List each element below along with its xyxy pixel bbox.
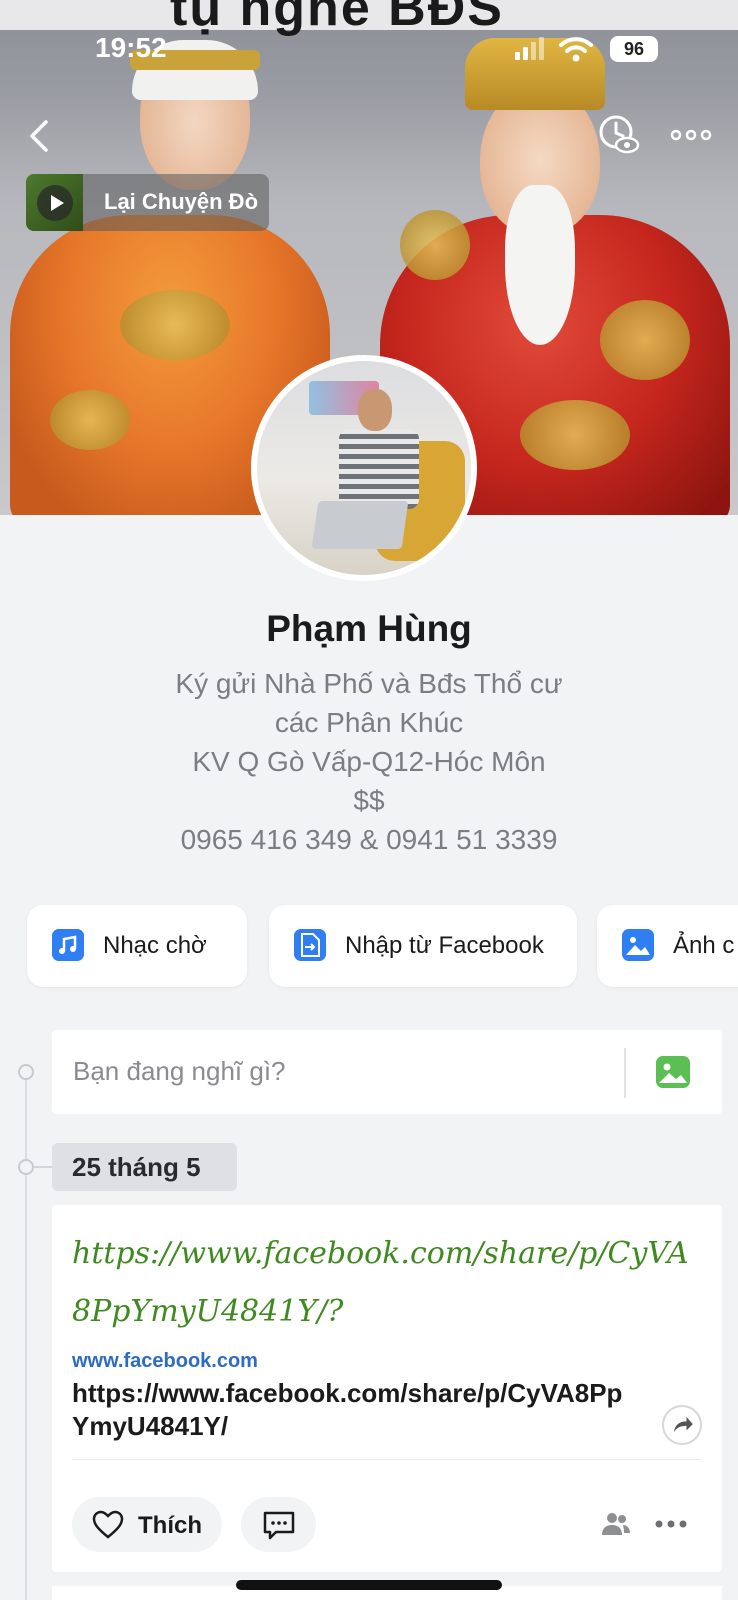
photos-label: Ảnh c <box>673 932 735 959</box>
avatar[interactable] <box>251 355 477 581</box>
link-preview-domain[interactable]: www.facebook.com <box>72 1350 258 1373</box>
post-text: https://www.facebook.com/share/p/CyVA8Pp… <box>72 1236 689 1329</box>
signal-bar <box>531 42 536 60</box>
share-icon[interactable] <box>662 1405 702 1445</box>
signal-bar <box>515 52 520 60</box>
post-composer[interactable]: Bạn đang nghĩ gì? <box>52 1030 722 1114</box>
ringtone-button[interactable]: Nhạc chờ <box>27 905 247 987</box>
home-indicator[interactable] <box>236 1580 502 1590</box>
like-button[interactable]: Thích <box>72 1497 222 1552</box>
post-card[interactable]: https://www.facebook.com/share/p/CyVA8Pp… <box>52 1205 722 1572</box>
bio-line: 0965 416 349 & 0941 51 3339 <box>180 824 558 855</box>
comment-button[interactable] <box>241 1497 316 1552</box>
like-label: Thích <box>138 1512 202 1539</box>
cover-ornament <box>50 390 130 450</box>
signal-bar <box>539 37 544 60</box>
composer-divider <box>624 1048 626 1098</box>
play-icon[interactable] <box>37 185 73 221</box>
cover-top-text: tụ nghề BĐS <box>170 0 504 37</box>
avatar-person <box>339 429 419 509</box>
timeline-date: 25 tháng 5 <box>52 1143 237 1191</box>
cover-ornament <box>400 210 470 280</box>
link-preview-url[interactable]: https://www.facebook.com/share/p/CyVA8Pp… <box>72 1377 632 1443</box>
post-divider <box>72 1459 702 1460</box>
cover-ornament <box>600 300 690 380</box>
bio-line: Ký gửi Nhà Phố và Bđs Thổ cư <box>175 668 563 699</box>
avatar-head <box>358 389 392 431</box>
cover-top-band: tụ nghề BĐS <box>0 0 738 37</box>
avatar-laptop <box>311 501 409 549</box>
cover-ornament <box>520 400 630 470</box>
audience-friends-icon[interactable] <box>601 1511 631 1537</box>
music-title: Lại Chuyện Đò <box>104 189 259 214</box>
comment-icon <box>263 1511 295 1540</box>
battery-indicator: 96 <box>610 36 658 62</box>
view-as-icon[interactable] <box>598 114 640 156</box>
post-more-icon[interactable] <box>654 1519 688 1529</box>
more-options-icon[interactable] <box>670 124 712 146</box>
bio-line: KV Q Gò Vấp-Q12-Hóc Môn <box>192 746 546 777</box>
photo-icon <box>622 929 654 961</box>
timeline-line <box>25 1075 27 1600</box>
status-time: 19:52 <box>95 32 167 63</box>
photos-button[interactable]: Ảnh c <box>597 905 738 987</box>
import-from-facebook-button[interactable]: Nhập từ Facebook <box>269 905 577 987</box>
import-file-icon <box>294 929 326 961</box>
timeline-connector <box>34 1166 52 1168</box>
import-from-facebook-label: Nhập từ Facebook <box>345 932 544 959</box>
add-photo-icon[interactable] <box>656 1056 690 1088</box>
music-note-icon <box>52 929 84 961</box>
back-icon[interactable] <box>26 118 56 154</box>
profile-name: Phạm Hùng <box>266 608 472 649</box>
profile-music-player[interactable]: Lại Chuyện Đò <box>26 174 269 231</box>
timeline-dot <box>18 1064 34 1080</box>
wifi-icon <box>559 37 593 62</box>
profile-bio: Ký gửi Nhà Phố và Bđs Thổ cư các Phân Kh… <box>0 664 738 859</box>
bio-line: các Phân Khúc <box>274 707 464 738</box>
heart-icon <box>92 1510 124 1539</box>
status-icons: 96 <box>515 36 665 62</box>
signal-bar <box>523 47 528 60</box>
cover-figure-right-beard <box>505 185 575 345</box>
ringtone-label: Nhạc chờ <box>103 932 207 959</box>
composer-placeholder: Bạn đang nghĩ gì? <box>73 1056 286 1086</box>
timeline-dot <box>18 1159 34 1175</box>
bio-line: $$ <box>353 785 385 816</box>
cover-ornament <box>120 290 230 360</box>
